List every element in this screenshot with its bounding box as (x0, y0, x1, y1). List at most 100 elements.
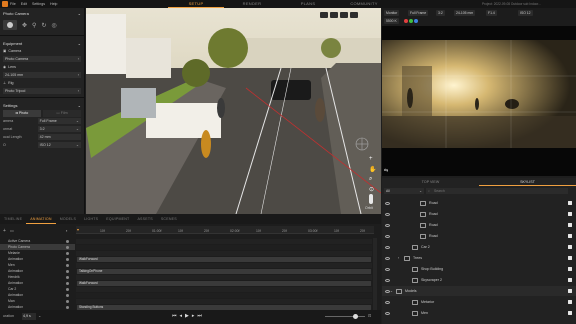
track-lane[interactable] (76, 292, 372, 298)
lock-icon[interactable]: ▪ (66, 228, 67, 233)
aspect-select[interactable]: 3:2 ⌄ (37, 126, 81, 132)
eye-icon[interactable] (385, 256, 390, 260)
track-visibility-icon[interactable] (66, 257, 69, 261)
track-visibility-icon[interactable] (66, 263, 69, 267)
zoom-fit-icon[interactable]: ⊡ (368, 313, 371, 318)
histogram-icon[interactable]: ⇆ (384, 168, 388, 174)
tab-render[interactable]: RENDER (224, 0, 280, 8)
visibility-checkbox[interactable] (568, 289, 572, 293)
visibility-checkbox[interactable] (568, 278, 572, 282)
visibility-checkbox[interactable] (568, 267, 572, 271)
playhead-icon[interactable]: ▾ (77, 227, 79, 232)
tab-assets[interactable]: ASSETS (133, 214, 156, 224)
tab-timeline[interactable]: TIMELINE (0, 214, 26, 224)
expand-icon[interactable] (369, 12, 377, 20)
track-visibility-icon[interactable] (66, 293, 69, 297)
outliner-item[interactable]: Car 2 (382, 242, 576, 252)
zoom-slider[interactable] (325, 314, 365, 319)
menu-settings[interactable]: Settings (32, 2, 45, 6)
outliner-item[interactable]: Shop Building (382, 264, 576, 274)
outliner-item[interactable]: Metarior (382, 297, 576, 307)
height-slider[interactable] (369, 194, 373, 204)
zoom-slider-handle[interactable] (353, 314, 358, 319)
filter-select[interactable]: All ⌄ (384, 188, 424, 194)
duration-input[interactable]: 4,9 s (22, 313, 36, 320)
eye-icon[interactable] (385, 300, 390, 304)
lens-select[interactable]: 24-105 mm › (3, 72, 81, 78)
skip-start-icon[interactable]: ⏮ (172, 313, 177, 319)
3d-viewport[interactable]: + ✋ ⌕ ⊙ Orbit (86, 8, 381, 214)
walk-icon[interactable]: ⚲ (32, 22, 36, 29)
view-gizmo[interactable] (354, 136, 370, 152)
eye-icon[interactable] (385, 267, 390, 271)
track-visibility-icon[interactable] (66, 245, 69, 249)
target-icon[interactable]: ◎ (51, 22, 56, 29)
track-visibility-icon[interactable] (66, 269, 69, 273)
outliner-item[interactable]: Road (382, 209, 576, 219)
camera-format-select[interactable]: Full Frame ⌄ (37, 118, 81, 124)
rig-select[interactable]: Photo Tripod › (3, 88, 81, 94)
tab-community[interactable]: COMMUNITY (336, 0, 392, 8)
visibility-checkbox[interactable] (568, 256, 572, 260)
eye-icon[interactable] (385, 278, 390, 282)
camera-view-icon[interactable] (320, 12, 328, 18)
track-lane[interactable] (76, 274, 372, 280)
tab-top-view[interactable]: TOP VIEW (382, 178, 479, 186)
tab-scenes[interactable]: SCENES (157, 214, 181, 224)
expand-icon[interactable] (564, 10, 572, 16)
time-ruler[interactable]: ▾ (76, 226, 374, 234)
monitor-select[interactable]: Monitor (384, 10, 400, 16)
outliner-item[interactable]: Skyscraper 2 (382, 275, 576, 285)
tab-skylist[interactable]: SKYLIST (479, 178, 576, 186)
tab-plans[interactable]: PLANS (280, 0, 336, 8)
search-input[interactable]: ⌕ Search (426, 188, 568, 194)
expand-chevron-icon[interactable]: › (398, 256, 399, 260)
aperture-chip[interactable]: F1.4 (486, 10, 497, 16)
outliner-item[interactable]: › Trees (382, 253, 576, 263)
chevron-down-icon[interactable]: ⌄ (78, 103, 81, 108)
menu-help[interactable]: Help (50, 2, 57, 6)
animation-clip[interactable]: WalkForward (77, 256, 371, 262)
animation-clip[interactable]: Standing Buttons (77, 304, 371, 310)
track-lane[interactable] (76, 298, 372, 304)
track-lane[interactable] (76, 286, 372, 292)
skip-end-icon[interactable]: ⏭ (197, 313, 202, 319)
focal-length-input[interactable]: 42 mm (37, 134, 81, 140)
expand-chevron-icon[interactable]: ⌄ (390, 289, 393, 293)
move-icon[interactable]: ✥ (22, 22, 27, 29)
options-icon[interactable] (570, 188, 575, 194)
lens-chip[interactable]: 24-105 mm (454, 10, 476, 16)
zoom-icon[interactable]: ⌕ (369, 176, 372, 183)
track-lane[interactable] (76, 250, 372, 256)
tab-lights[interactable]: LIGHTS (80, 214, 102, 224)
mode-photo-button[interactable]: ◘ Photo (3, 109, 41, 117)
blue-channel-icon[interactable] (414, 19, 418, 23)
outliner-item[interactable]: Men (382, 308, 576, 318)
white-balance-chip[interactable]: 5500 K (384, 18, 399, 24)
frame-select[interactable]: Full Frame (408, 10, 429, 16)
camera-select[interactable]: Photo Camera › (3, 56, 81, 62)
track-visibility-icon[interactable] (66, 299, 69, 303)
green-channel-icon[interactable] (409, 19, 413, 23)
eye-icon[interactable] (385, 234, 390, 238)
menu-edit[interactable]: Edit (21, 2, 27, 6)
visibility-checkbox[interactable] (568, 201, 572, 205)
track-visibility-icon[interactable] (66, 305, 69, 309)
outliner-item[interactable]: ⌄ Models (382, 286, 576, 296)
track-visibility-icon[interactable] (66, 287, 69, 291)
animation-clip[interactable]: TalkingOnPhone (77, 268, 371, 274)
menu-file[interactable]: File (10, 2, 16, 6)
timeline-scrollbar[interactable] (373, 238, 377, 313)
pan-icon[interactable]: ✋ (369, 166, 376, 173)
camera-icon[interactable] (3, 20, 17, 30)
animation-clip[interactable]: WalkForward (77, 280, 371, 286)
track-visibility-icon[interactable] (66, 239, 69, 243)
outliner-item[interactable]: Road (382, 220, 576, 230)
tab-setup[interactable]: SETUP (168, 0, 224, 8)
chevron-down-icon[interactable]: ⌄ (78, 41, 81, 46)
step-forward-icon[interactable]: ▸ (192, 313, 195, 319)
eye-icon[interactable] (385, 311, 390, 315)
chevron-down-icon[interactable]: ⌄ (38, 313, 41, 318)
step-back-icon[interactable]: ◂ (180, 313, 183, 319)
visibility-checkbox[interactable] (568, 234, 572, 238)
